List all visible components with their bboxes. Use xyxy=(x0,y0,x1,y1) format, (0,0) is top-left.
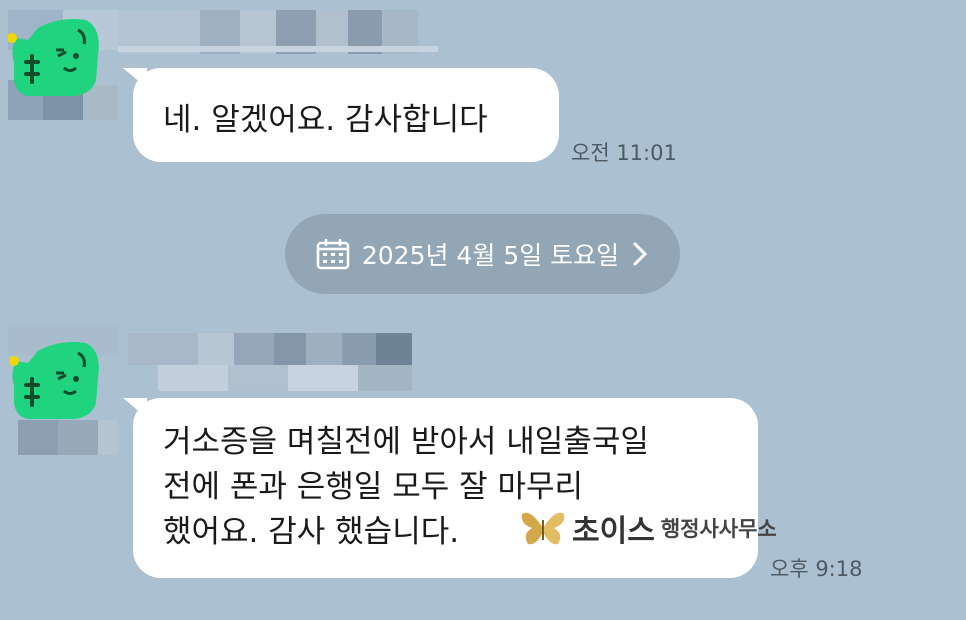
bubble-tail xyxy=(123,398,147,418)
message-time: 오후 9:18 xyxy=(770,557,863,581)
watermark: 초이스 행정사사무소 xyxy=(520,506,777,550)
message-text: 네. 알겠어요. 감사합니다 xyxy=(163,102,488,138)
watermark-subtitle: 행정사사무소 xyxy=(660,517,777,541)
message-time: 오전 11:01 xyxy=(571,141,677,165)
name-blur-block xyxy=(158,365,228,391)
sender-name-blurred xyxy=(118,10,438,54)
sender-avatar[interactable] xyxy=(8,325,118,460)
message-bubble[interactable]: 거소증을 며칠전에 받아서 내일출국일 전에 폰과 은행일 모두 잘 마무리 했… xyxy=(123,398,758,578)
calendar-icon xyxy=(316,239,350,270)
name-underline xyxy=(118,46,438,52)
message-bubble[interactable]: 네. 알겠어요. 감사합니다 xyxy=(123,68,559,162)
message-line: 전에 폰과 은행일 모두 잘 마무리 xyxy=(163,469,584,505)
watermark-brand: 초이스 xyxy=(572,514,655,549)
name-blur-block xyxy=(376,333,412,365)
name-blur-block xyxy=(358,365,412,391)
sender-avatar[interactable] xyxy=(8,10,118,120)
name-blur-block xyxy=(234,333,274,365)
date-divider[interactable]: 2025년 4월 5일 토요일 xyxy=(285,214,680,294)
name-blur-block xyxy=(288,365,358,391)
chevron-right-icon xyxy=(633,242,648,266)
butterfly-logo xyxy=(521,512,565,545)
name-blur-block xyxy=(198,333,234,365)
name-blur-block xyxy=(306,333,342,365)
name-blur-block xyxy=(274,333,306,365)
green-character-icon xyxy=(8,19,99,96)
date-label: 2025년 4월 5일 토요일 xyxy=(361,241,620,270)
green-character-icon xyxy=(9,342,99,419)
bubble-tail xyxy=(123,68,147,88)
name-blur-block xyxy=(228,365,288,391)
sender-name-blurred xyxy=(128,333,426,391)
message-line: 거소증을 며칠전에 받아서 내일출국일 xyxy=(163,424,649,460)
name-blur-block xyxy=(342,333,376,365)
name-blur-block xyxy=(128,333,198,365)
